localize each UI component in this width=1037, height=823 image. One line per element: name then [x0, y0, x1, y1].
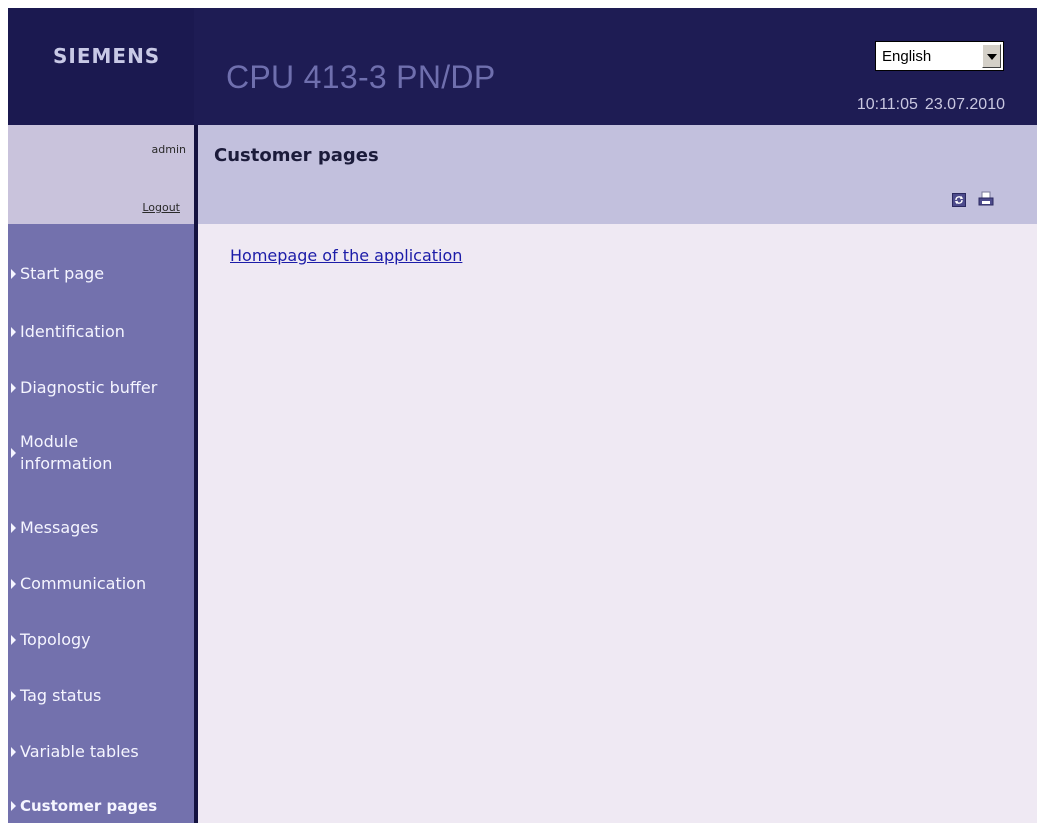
arrow-right-icon: [11, 326, 16, 337]
language-select[interactable]: English: [875, 41, 1004, 71]
sidebar-item-module-information[interactable]: Module information: [11, 431, 170, 475]
arrow-right-icon: [11, 448, 16, 458]
sidebar-item-label: Start page: [20, 264, 105, 283]
arrow-right-icon: [11, 801, 16, 811]
print-icon[interactable]: [978, 191, 994, 207]
sidebar-item-label: Communication: [20, 574, 147, 593]
page-title: Customer pages: [214, 145, 379, 166]
sidebar-item-label: Variable tables: [20, 742, 139, 761]
logout-link[interactable]: Logout: [142, 201, 180, 214]
sidebar-item-variable-tables[interactable]: Variable tables: [11, 742, 139, 761]
clock: 10:11:05 23.07.2010: [857, 96, 1005, 114]
sidebar-item-label: Identification: [20, 322, 125, 341]
arrow-right-icon: [11, 578, 16, 589]
user-name: admin: [151, 143, 186, 156]
arrow-right-icon: [11, 634, 16, 645]
content-header: Customer pages: [198, 125, 1037, 224]
refresh-icon[interactable]: [952, 193, 966, 207]
sidebar-item-tag-status[interactable]: Tag status: [11, 686, 101, 705]
arrow-right-icon: [11, 382, 16, 393]
sidebar-item-label: Module information: [20, 432, 113, 473]
sidebar-item-label: Topology: [20, 630, 91, 649]
arrow-right-icon: [11, 746, 16, 757]
siemens-logo: SIEMENS: [8, 8, 194, 125]
user-panel: admin Logout: [8, 125, 194, 224]
arrow-right-icon: [11, 690, 16, 701]
time: 10:11:05: [856, 96, 918, 113]
sidebar-item-label: Diagnostic buffer: [20, 378, 158, 397]
homepage-link[interactable]: Homepage of the application: [230, 246, 462, 265]
arrow-right-icon: [11, 268, 16, 279]
main-content: Homepage of the application: [198, 224, 1037, 823]
browser-frame: SIEMENS CPU 413-3 PN/DP English 10:11:05…: [8, 8, 1037, 823]
cpu-title: CPU 413-3 PN/DP: [226, 59, 496, 95]
sidebar-item-communication[interactable]: Communication: [11, 574, 146, 593]
sidebar-item-diagnostic-buffer[interactable]: Diagnostic buffer: [11, 378, 157, 397]
sidebar-item-customer-pages[interactable]: Customer pages: [11, 797, 157, 815]
sidebar-item-label: Customer pages: [20, 797, 158, 815]
sidebar-item-topology[interactable]: Topology: [11, 630, 91, 649]
date: 23.07.2010: [924, 96, 1005, 113]
sidebar-item-messages[interactable]: Messages: [11, 518, 98, 537]
language-value: English: [882, 47, 932, 65]
sidebar-item-label: Tag status: [20, 686, 102, 705]
sidebar-item-start-page[interactable]: Start page: [11, 264, 104, 283]
sidebar-nav: Start page Identification Diagnostic buf…: [8, 224, 194, 823]
logo-text: SIEMENS: [53, 44, 161, 68]
sidebar-item-label: Messages: [20, 518, 99, 537]
header-bar: SIEMENS CPU 413-3 PN/DP English 10:11:05…: [8, 8, 1037, 125]
dropdown-arrow-icon[interactable]: [982, 44, 1001, 68]
sidebar-item-identification[interactable]: Identification: [11, 322, 125, 341]
arrow-right-icon: [11, 522, 16, 533]
